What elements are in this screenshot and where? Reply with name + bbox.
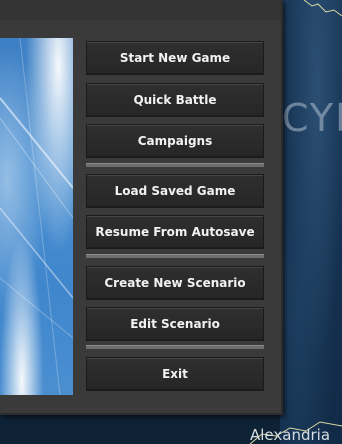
load-saved-game-button[interactable]: Load Saved Game: [86, 174, 264, 208]
menu-sky-image: [0, 38, 73, 395]
menu-separator: [86, 254, 264, 258]
exit-button[interactable]: Exit: [86, 357, 264, 391]
map-city-label: Alexandria: [250, 426, 331, 444]
create-new-scenario-button[interactable]: Create New Scenario: [86, 266, 264, 300]
background-map: [280, 0, 342, 444]
menu-separator: [86, 345, 264, 349]
start-new-game-button[interactable]: Start New Game: [86, 41, 264, 75]
menu-panel-header: [0, 0, 281, 20]
main-menu-panel: Start New Game Quick Battle Campaigns Lo…: [0, 0, 283, 415]
map-coastline: [303, 0, 342, 17]
resume-from-autosave-button[interactable]: Resume From Autosave: [86, 215, 264, 249]
campaigns-button[interactable]: Campaigns: [86, 124, 264, 158]
menu-separator: [86, 163, 264, 167]
main-menu-screen: CYP Alexandria Start New Game Quick Batt…: [0, 0, 342, 444]
quick-battle-button[interactable]: Quick Battle: [86, 83, 264, 117]
map-region-label: CYP: [282, 96, 342, 140]
edit-scenario-button[interactable]: Edit Scenario: [86, 307, 264, 341]
